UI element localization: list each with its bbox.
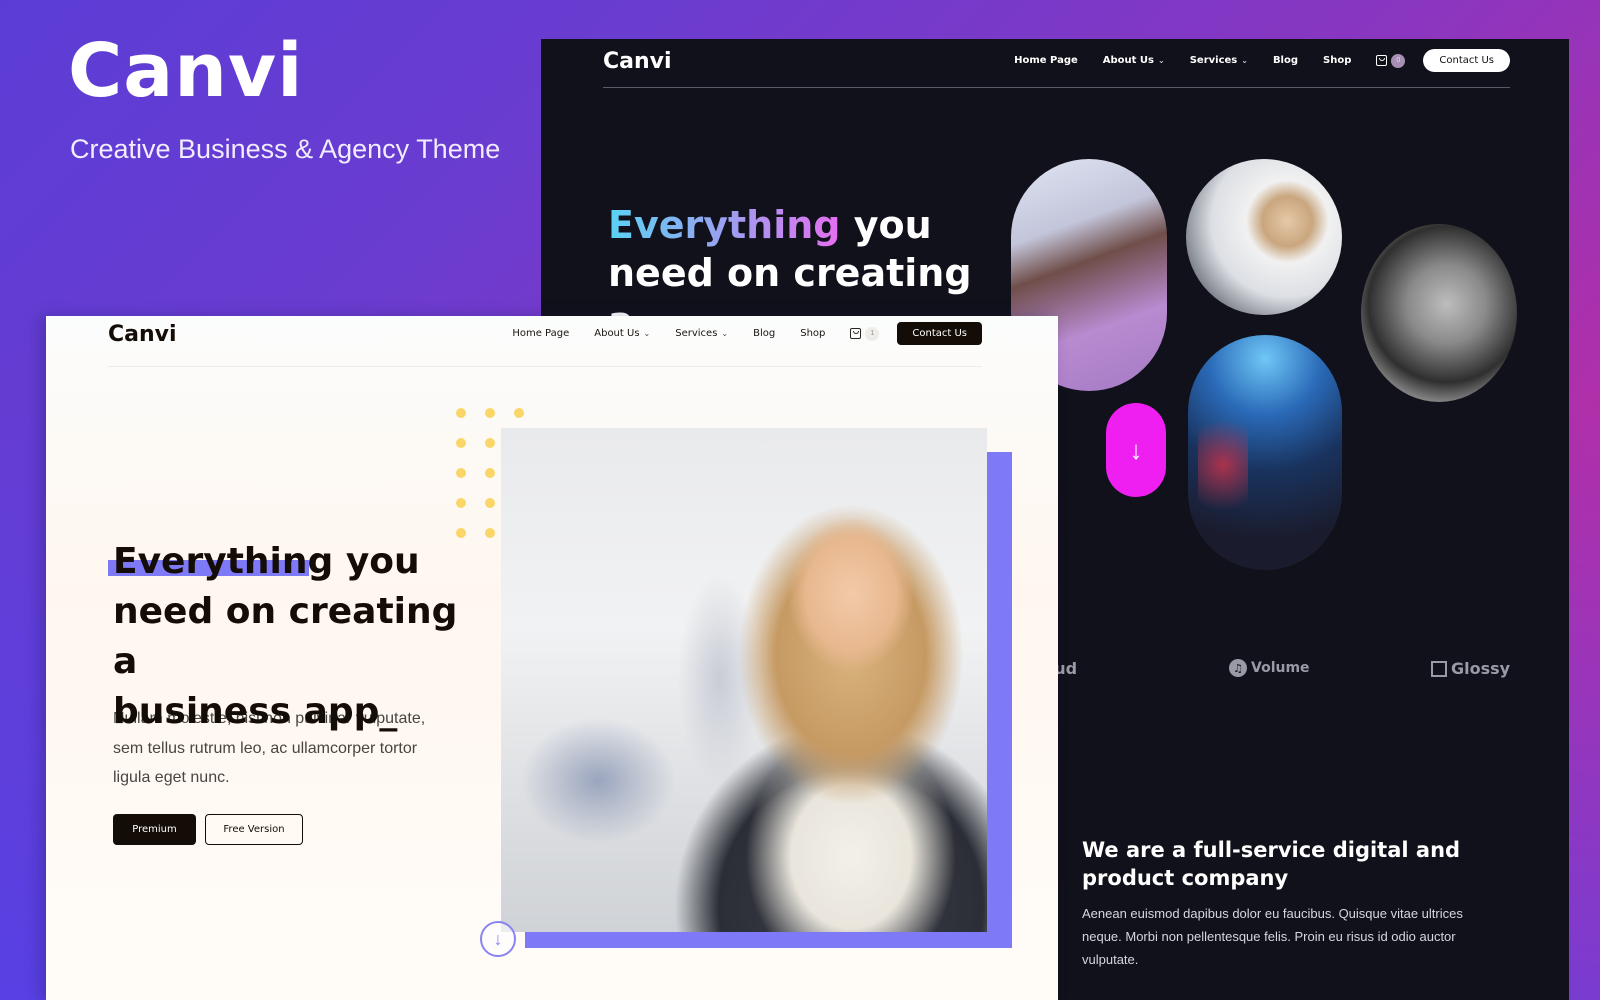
dark-nav-home[interactable]: Home Page [1014,55,1078,66]
nav-label: Shop [800,328,826,339]
dot [456,498,466,508]
light-nav-services[interactable]: Services ⌄ [675,328,728,339]
light-nav-about[interactable]: About Us ⌄ [594,328,650,339]
dark-navbar: Canvi Home Page About Us ⌄ Services ⌄ Blog… [603,39,1510,88]
logo-text: Volume [1251,660,1310,676]
client-logo-volume: ♫ Volume [1229,659,1310,677]
nav-label: Shop [1323,55,1352,66]
light-logo[interactable]: Canvi [108,322,177,347]
dot [485,498,495,508]
dot [485,438,495,448]
team-photo-neon-portrait [1188,335,1342,570]
dark-nav-blog[interactable]: Blog [1273,55,1298,66]
dark-cart-button[interactable]: 0 [1376,53,1406,68]
nav-label: Blog [1272,55,1299,66]
glossy-square-icon [1431,660,1447,677]
light-nav-blog[interactable]: Blog [753,328,775,339]
arrow-down-circle-icon: ↓ [493,928,503,949]
dot [456,468,466,478]
light-theme-preview: Canvi Home Page About Us ⌄ Services ⌄ Blog… [46,316,1058,1000]
light-nav-menu: Home Page About Us ⌄ Services ⌄ Blog Shop … [512,322,982,345]
light-cart-button[interactable]: 1 [850,326,880,341]
dot [485,528,495,538]
highlighted-word: Everything [107,537,333,587]
scroll-down-circle-button[interactable]: ↓ [480,921,516,957]
shopping-bag-icon [850,328,862,339]
nav-label: About Us [594,328,640,339]
nav-label: Home Page [512,328,570,339]
dark-nav-shop[interactable]: Shop [1323,55,1351,66]
shopping-bag-icon [1376,55,1388,66]
title-text: need on creating a [113,591,458,682]
cart-count-badge: 1 [865,326,880,341]
light-contact-button[interactable]: Contact Us [897,322,982,345]
nav-label: Home Page [1014,55,1078,66]
dot [485,408,495,418]
brand-title: Canvi [68,28,304,114]
dot [514,408,524,418]
title-text: you [333,541,420,582]
chevron-down-icon: ⌄ [721,329,729,338]
about-paragraph: Aenean euismod dapibus dolor eu faucibus… [1082,906,1463,967]
brand-subtitle: Creative Business & Agency Theme [70,134,501,164]
nav-label: Services [675,328,718,339]
dark-contact-button[interactable]: Contact Us [1423,49,1510,72]
hero-photo-office-woman [501,428,987,932]
premium-button[interactable]: Premium [113,814,196,845]
logo-text: Glossy [1451,659,1511,678]
light-nav-home[interactable]: Home Page [512,328,569,339]
about-heading: We are a full-service digital and produc… [1082,838,1461,890]
light-hero-title: Everything you need on creating a busine… [107,537,473,737]
chevron-down-icon: ⌄ [1241,56,1248,65]
dark-nav-about[interactable]: About Us ⌄ [1103,55,1165,66]
light-nav-shop[interactable]: Shop [800,328,825,339]
title-text: business app_ [113,691,398,732]
client-logo-glossy: Glossy [1431,659,1510,678]
gradient-word: Everything [608,203,841,247]
scroll-down-button[interactable]: ↓ [1106,403,1166,497]
chevron-down-icon: ⌄ [1158,56,1165,65]
dot [456,408,466,418]
nav-label: Services [1189,55,1238,66]
light-navbar: Canvi Home Page About Us ⌄ Services ⌄ Blog… [108,316,982,367]
music-note-icon: ♫ [1229,659,1247,677]
nav-label: Blog [753,328,776,339]
arrow-down-icon: ↓ [1129,434,1143,465]
team-photo-smiling-woman [1186,159,1342,315]
dark-nav-services[interactable]: Services ⌄ [1190,55,1248,66]
hero-buttons: Premium Free Version [113,814,303,845]
team-photo-handshake [1361,224,1517,402]
title-text: you [840,203,932,247]
dot [456,438,466,448]
dark-logo[interactable]: Canvi [603,49,672,74]
chevron-down-icon: ⌄ [643,329,651,338]
cart-count-badge: 0 [1391,53,1406,68]
dark-nav-menu: Home Page About Us ⌄ Services ⌄ Blog Shop … [1014,49,1510,72]
free-version-button[interactable]: Free Version [205,814,303,845]
dot [485,468,495,478]
nav-label: About Us [1102,55,1154,66]
